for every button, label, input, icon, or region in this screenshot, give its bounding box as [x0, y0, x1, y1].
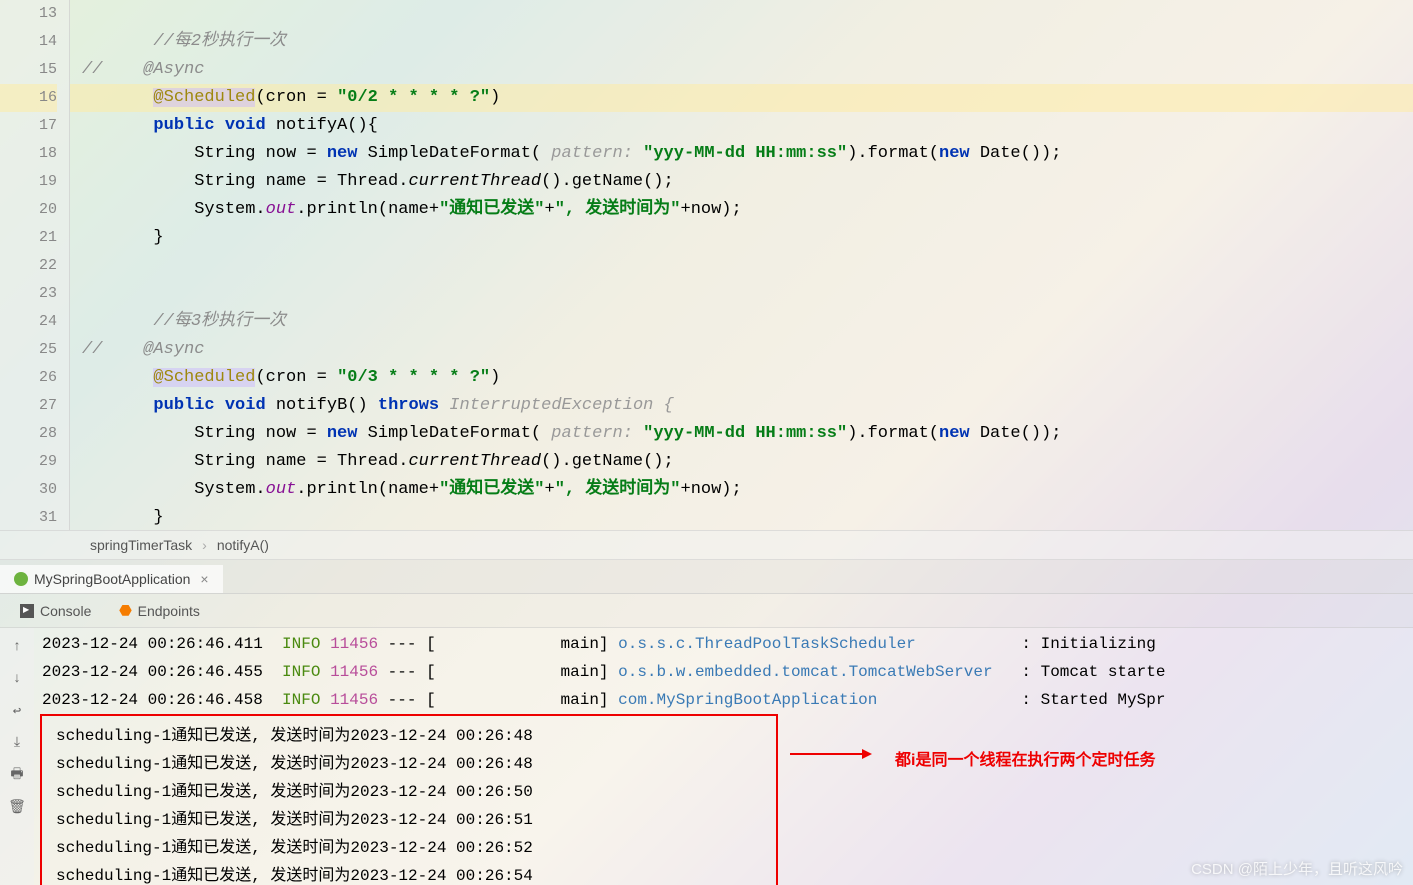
- line-number: 31: [0, 504, 57, 532]
- line-number: 25: [0, 336, 57, 364]
- comment: // @Async: [82, 60, 204, 79]
- line-number: 16: [0, 84, 57, 112]
- line-number: 22: [0, 252, 57, 280]
- line-number: 24: [0, 308, 57, 336]
- console-toolbar: ↑ ↓ ↩ ⤓ 🖶 🗑: [0, 628, 34, 885]
- breadcrumb-item[interactable]: notifyA(): [217, 537, 269, 553]
- breadcrumb[interactable]: springTimerTask › notifyA(): [0, 530, 1413, 560]
- tab-endpoints[interactable]: ⬣ Endpoints: [119, 602, 200, 619]
- log-line: 2023-12-24 00:26:46.455 INFO 11456 --- […: [42, 658, 1413, 686]
- output-line: scheduling-1通知已发送, 发送时间为2023-12-24 00:26…: [42, 778, 776, 806]
- scroll-up-icon[interactable]: ↑: [8, 638, 26, 656]
- comment: //每3秒执行一次: [153, 312, 286, 331]
- comment: // @Async: [82, 340, 204, 359]
- delete-icon[interactable]: 🗑: [8, 798, 26, 816]
- console-output[interactable]: 2023-12-24 00:26:46.411 INFO 11456 --- […: [34, 628, 1413, 885]
- tab-console[interactable]: Console: [20, 603, 91, 619]
- string-literal: "0/2 * * * * ?": [337, 88, 490, 107]
- scroll-to-end-icon[interactable]: ⤓: [8, 734, 26, 752]
- tool-window-tabs: Console ⬣ Endpoints: [0, 594, 1413, 628]
- output-line: scheduling-1通知已发送, 发送时间为2023-12-24 00:26…: [42, 722, 776, 750]
- line-number: 28: [0, 420, 57, 448]
- chevron-right-icon: ›: [202, 537, 207, 553]
- line-number: 21: [0, 224, 57, 252]
- log-line: 2023-12-24 00:26:46.411 INFO 11456 --- […: [42, 630, 1413, 658]
- highlighted-output-box: scheduling-1通知已发送, 发送时间为2023-12-24 00:26…: [40, 714, 778, 885]
- line-number: 15: [0, 56, 57, 84]
- method-name: notifyA(){: [276, 116, 378, 135]
- output-line: scheduling-1通知已发送, 发送时间为2023-12-24 00:26…: [42, 862, 776, 885]
- output-line: scheduling-1通知已发送, 发送时间为2023-12-24 00:26…: [42, 834, 776, 862]
- method-name: notifyB(): [276, 396, 378, 415]
- run-tab-active[interactable]: MySpringBootApplication ×: [0, 565, 223, 593]
- line-number: 17: [0, 112, 57, 140]
- annotation-label: 都i是同一个线程在执行两个定时任务: [895, 746, 1155, 770]
- watermark: CSDN @陌上少年，且听这风吟: [1191, 858, 1403, 879]
- annotation: @Scheduled: [153, 88, 255, 107]
- run-configuration-tabs: MySpringBootApplication ×: [0, 560, 1413, 594]
- line-number: 20: [0, 196, 57, 224]
- scroll-down-icon[interactable]: ↓: [8, 670, 26, 688]
- comment: //每2秒执行一次: [153, 32, 286, 51]
- string-literal: "0/3 * * * * ?": [337, 368, 490, 387]
- line-number: 26: [0, 364, 57, 392]
- close-icon[interactable]: ×: [200, 571, 208, 587]
- code-editor[interactable]: 13 14 15 16 17 18 19 20 21 22 23 24 25 2…: [0, 0, 1413, 530]
- line-number: 19: [0, 168, 57, 196]
- line-number: 18: [0, 140, 57, 168]
- parameter-hint: pattern:: [541, 144, 643, 163]
- soft-wrap-icon[interactable]: ↩: [8, 702, 26, 720]
- parameter-hint: pattern:: [541, 424, 643, 443]
- console-panel: ↑ ↓ ↩ ⤓ 🖶 🗑 2023-12-24 00:26:46.411 INFO…: [0, 628, 1413, 885]
- console-icon: [20, 604, 34, 618]
- line-number: 30: [0, 476, 57, 504]
- spring-boot-icon: [14, 572, 28, 586]
- breadcrumb-item[interactable]: springTimerTask: [90, 537, 192, 553]
- line-number: 27: [0, 392, 57, 420]
- annotation: @Scheduled: [153, 368, 255, 387]
- line-number: 23: [0, 280, 57, 308]
- line-gutter: 13 14 15 16 17 18 19 20 21 22 23 24 25 2…: [0, 0, 70, 530]
- annotation-arrow-icon: [790, 753, 870, 755]
- output-line: scheduling-1通知已发送, 发送时间为2023-12-24 00:26…: [42, 806, 776, 834]
- output-line: scheduling-1通知已发送, 发送时间为2023-12-24 00:26…: [42, 750, 776, 778]
- run-tab-label: MySpringBootApplication: [34, 571, 190, 587]
- code-content[interactable]: //每2秒执行一次 // @Async @Scheduled(cron = "0…: [70, 0, 1413, 530]
- line-number: 29: [0, 448, 57, 476]
- line-number: 13: [0, 0, 57, 28]
- print-icon[interactable]: 🖶: [8, 766, 26, 784]
- endpoints-icon: ⬣: [119, 602, 131, 619]
- line-number: 14: [0, 28, 57, 56]
- log-line: 2023-12-24 00:26:46.458 INFO 11456 --- […: [42, 686, 1413, 714]
